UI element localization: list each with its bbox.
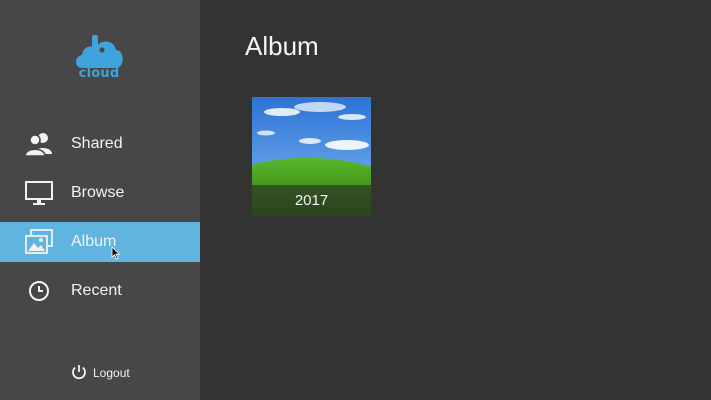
monitor-icon — [24, 179, 54, 207]
sidebar-item-label: Browse — [71, 184, 125, 201]
app-window: cloud Shared Browse Album Recent Logout … — [0, 0, 711, 400]
album-name: 2017 — [294, 192, 329, 209]
photos-icon — [24, 228, 54, 256]
logout-label: Logout — [93, 366, 130, 380]
logo-text: cloud — [78, 66, 120, 81]
main-content: Album 2017 — [200, 0, 711, 400]
sidebar-item-recent[interactable]: Recent — [0, 271, 200, 311]
sidebar-item-label: Recent — [71, 282, 122, 299]
page-title: Album — [245, 31, 319, 61]
clock-icon — [24, 277, 54, 305]
mouse-cursor-icon — [111, 246, 121, 265]
sidebar-nav: Shared Browse Album Recent — [0, 124, 200, 320]
sidebar: cloud Shared Browse Album Recent Logout — [0, 0, 200, 400]
album-tile[interactable]: 2017 — [252, 97, 371, 216]
sidebar-item-album[interactable]: Album — [0, 222, 200, 262]
sidebar-item-browse[interactable]: Browse — [0, 173, 200, 213]
sidebar-item-label: Album — [71, 233, 117, 250]
album-caption: 2017 — [252, 185, 371, 216]
sidebar-item-label: Shared — [71, 135, 123, 152]
power-icon — [70, 363, 88, 381]
cloud-logo: cloud — [72, 32, 126, 84]
users-icon — [24, 130, 54, 158]
sidebar-item-shared[interactable]: Shared — [0, 124, 200, 164]
